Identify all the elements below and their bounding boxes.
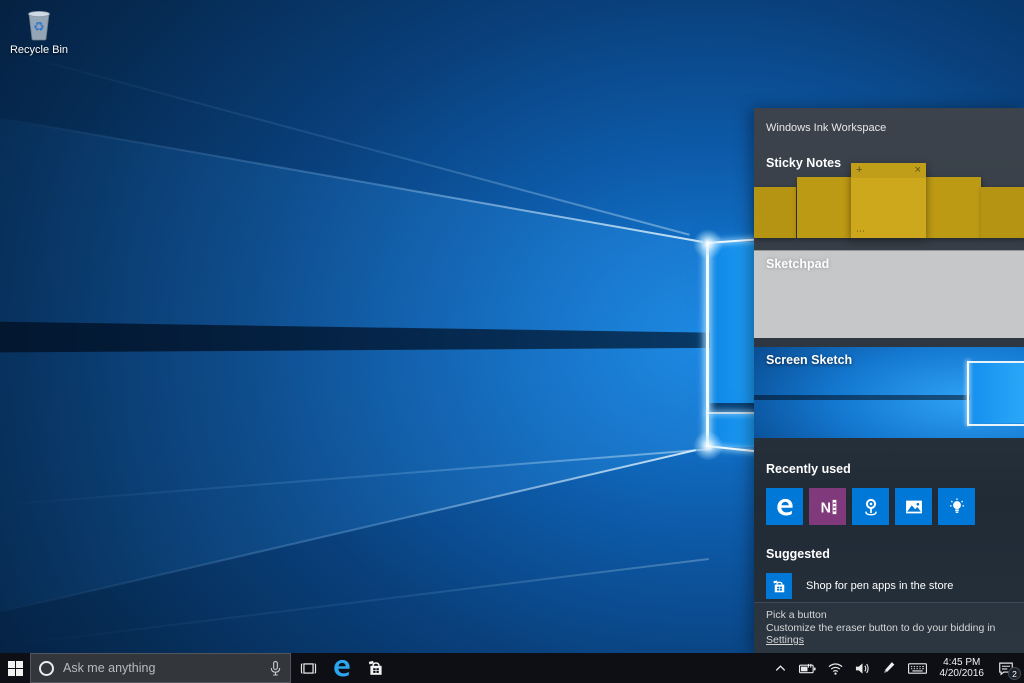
touch-keyboard-button[interactable] <box>902 653 933 683</box>
wallpaper-glow <box>693 431 723 461</box>
sticky-notes-section[interactable]: Sticky Notes + × ⋯ <box>754 148 1024 250</box>
photos-app-tile[interactable] <box>895 488 932 525</box>
store-taskbar-button[interactable] <box>359 653 393 683</box>
wallpaper-window-frame <box>706 412 755 414</box>
battery-status[interactable] <box>793 653 822 683</box>
edge-app-tile[interactable] <box>766 488 803 525</box>
screen-sketch-thumbnail <box>967 361 1024 363</box>
sketchpad-title: Sketchpad <box>766 257 829 271</box>
close-note-icon[interactable]: × <box>915 164 921 177</box>
network-status[interactable] <box>822 653 849 683</box>
wifi-icon <box>827 661 844 676</box>
sticky-note-active-preview[interactable]: + × ⋯ <box>851 163 926 238</box>
screen-sketch-thumbnail <box>967 424 1024 426</box>
search-input[interactable] <box>63 661 260 675</box>
taskbar: 4:45 PM 4/20/2016 2 <box>0 653 1024 683</box>
action-center-button[interactable]: 2 <box>991 653 1024 683</box>
store-bag-icon <box>771 578 788 595</box>
task-view-button[interactable] <box>291 653 325 683</box>
taskbar-app-icons <box>291 653 393 683</box>
onenote-icon: N <box>817 496 839 518</box>
maps-app-tile[interactable] <box>852 488 889 525</box>
edge-taskbar-button[interactable] <box>325 653 359 683</box>
screen-sketch-title: Screen Sketch <box>766 353 852 367</box>
system-tray: 4:45 PM 4/20/2016 2 <box>768 653 1024 683</box>
recently-used-section: Recently used N <box>754 438 1024 525</box>
edge-icon <box>774 496 796 518</box>
recycle-bin-shortcut[interactable]: ♻ Recycle Bin <box>6 6 72 56</box>
wallpaper-beam-edge <box>0 49 690 236</box>
wallpaper-beam-edge <box>0 449 696 613</box>
edge-icon <box>331 657 353 679</box>
settings-link[interactable]: Settings <box>766 634 804 646</box>
keyboard-icon <box>907 661 928 676</box>
sticky-notes-title: Sticky Notes <box>766 156 841 170</box>
customize-eraser-text: Customize the eraser button to do your b… <box>766 622 1012 646</box>
sketchpad-section[interactable]: Sketchpad <box>754 250 1024 338</box>
chevron-up-icon <box>773 661 788 676</box>
screen-sketch-thumbnail <box>754 395 970 400</box>
notification-count-badge: 2 <box>1008 667 1021 680</box>
store-suggestion-label: Shop for pen apps in the store <box>806 580 953 592</box>
windows-logo-icon <box>8 661 23 676</box>
wallpaper-window-frame <box>706 241 709 447</box>
onenote-app-tile[interactable]: N <box>809 488 846 525</box>
windows-ink-workspace-button[interactable] <box>876 653 902 683</box>
battery-charging-icon <box>798 661 817 676</box>
clock-date: 4/20/2016 <box>940 668 985 679</box>
store-tile[interactable] <box>766 573 792 599</box>
task-view-icon <box>299 659 318 678</box>
svg-text:N: N <box>820 500 830 516</box>
sticky-note-preview <box>797 177 852 238</box>
wallpaper-beam-edge <box>0 558 709 647</box>
speaker-icon <box>854 661 871 676</box>
panel-title: Windows Ink Workspace <box>754 108 1024 148</box>
maps-icon <box>860 496 882 518</box>
clock-time: 4:45 PM <box>943 657 980 668</box>
windows-ink-workspace-panel: Windows Ink Workspace Sticky Notes + × ⋯… <box>754 108 1024 653</box>
volume-status[interactable] <box>849 653 876 683</box>
cortana-search-box[interactable] <box>30 653 291 683</box>
screen-sketch-thumbnail <box>969 363 1024 423</box>
pen-icon <box>881 660 897 676</box>
sticky-note-preview <box>754 187 796 238</box>
new-note-icon[interactable]: + <box>856 164 862 177</box>
recycle-bin-label: Recycle Bin <box>6 44 72 56</box>
section-divider <box>754 338 1024 347</box>
store-suggestion[interactable]: Shop for pen apps in the store <box>766 573 1012 599</box>
wallpaper-beam-edge <box>0 448 712 506</box>
sticky-note-preview <box>926 177 981 238</box>
note-menu-icon[interactable]: ⋯ <box>856 226 866 237</box>
sticky-note-preview <box>981 187 1024 238</box>
cortana-icon <box>39 661 54 676</box>
store-bag-icon <box>366 658 386 678</box>
wallpaper-window-pane <box>710 242 755 403</box>
panel-footer: Pick a button Customize the eraser butto… <box>754 602 1024 653</box>
screen-sketch-section[interactable]: Screen Sketch <box>754 347 1024 438</box>
taskbar-clock[interactable]: 4:45 PM 4/20/2016 <box>933 653 992 683</box>
customize-eraser-prefix: Customize the eraser button to do your b… <box>766 622 995 634</box>
wallpaper-glow <box>693 229 723 259</box>
wallpaper-beam-edge <box>0 117 703 243</box>
recently-used-title: Recently used <box>766 462 1012 476</box>
recycle-bin-icon: ♻ <box>6 6 72 42</box>
tips-app-tile[interactable] <box>938 488 975 525</box>
lightbulb-icon <box>946 496 968 518</box>
svg-text:♻: ♻ <box>33 19 45 34</box>
microphone-icon[interactable] <box>269 660 282 677</box>
pick-a-button-label: Pick a button <box>766 609 1012 621</box>
suggested-section: Suggested Shop for pen apps in the store <box>754 525 1024 599</box>
tray-overflow-button[interactable] <box>768 653 793 683</box>
screen-sketch-thumbnail <box>967 361 969 425</box>
start-button[interactable] <box>0 653 30 683</box>
desktop: ♻ Recycle Bin Windows Ink Workspace Stic… <box>0 0 1024 683</box>
suggested-title: Suggested <box>766 547 1012 561</box>
photos-icon <box>903 496 925 518</box>
